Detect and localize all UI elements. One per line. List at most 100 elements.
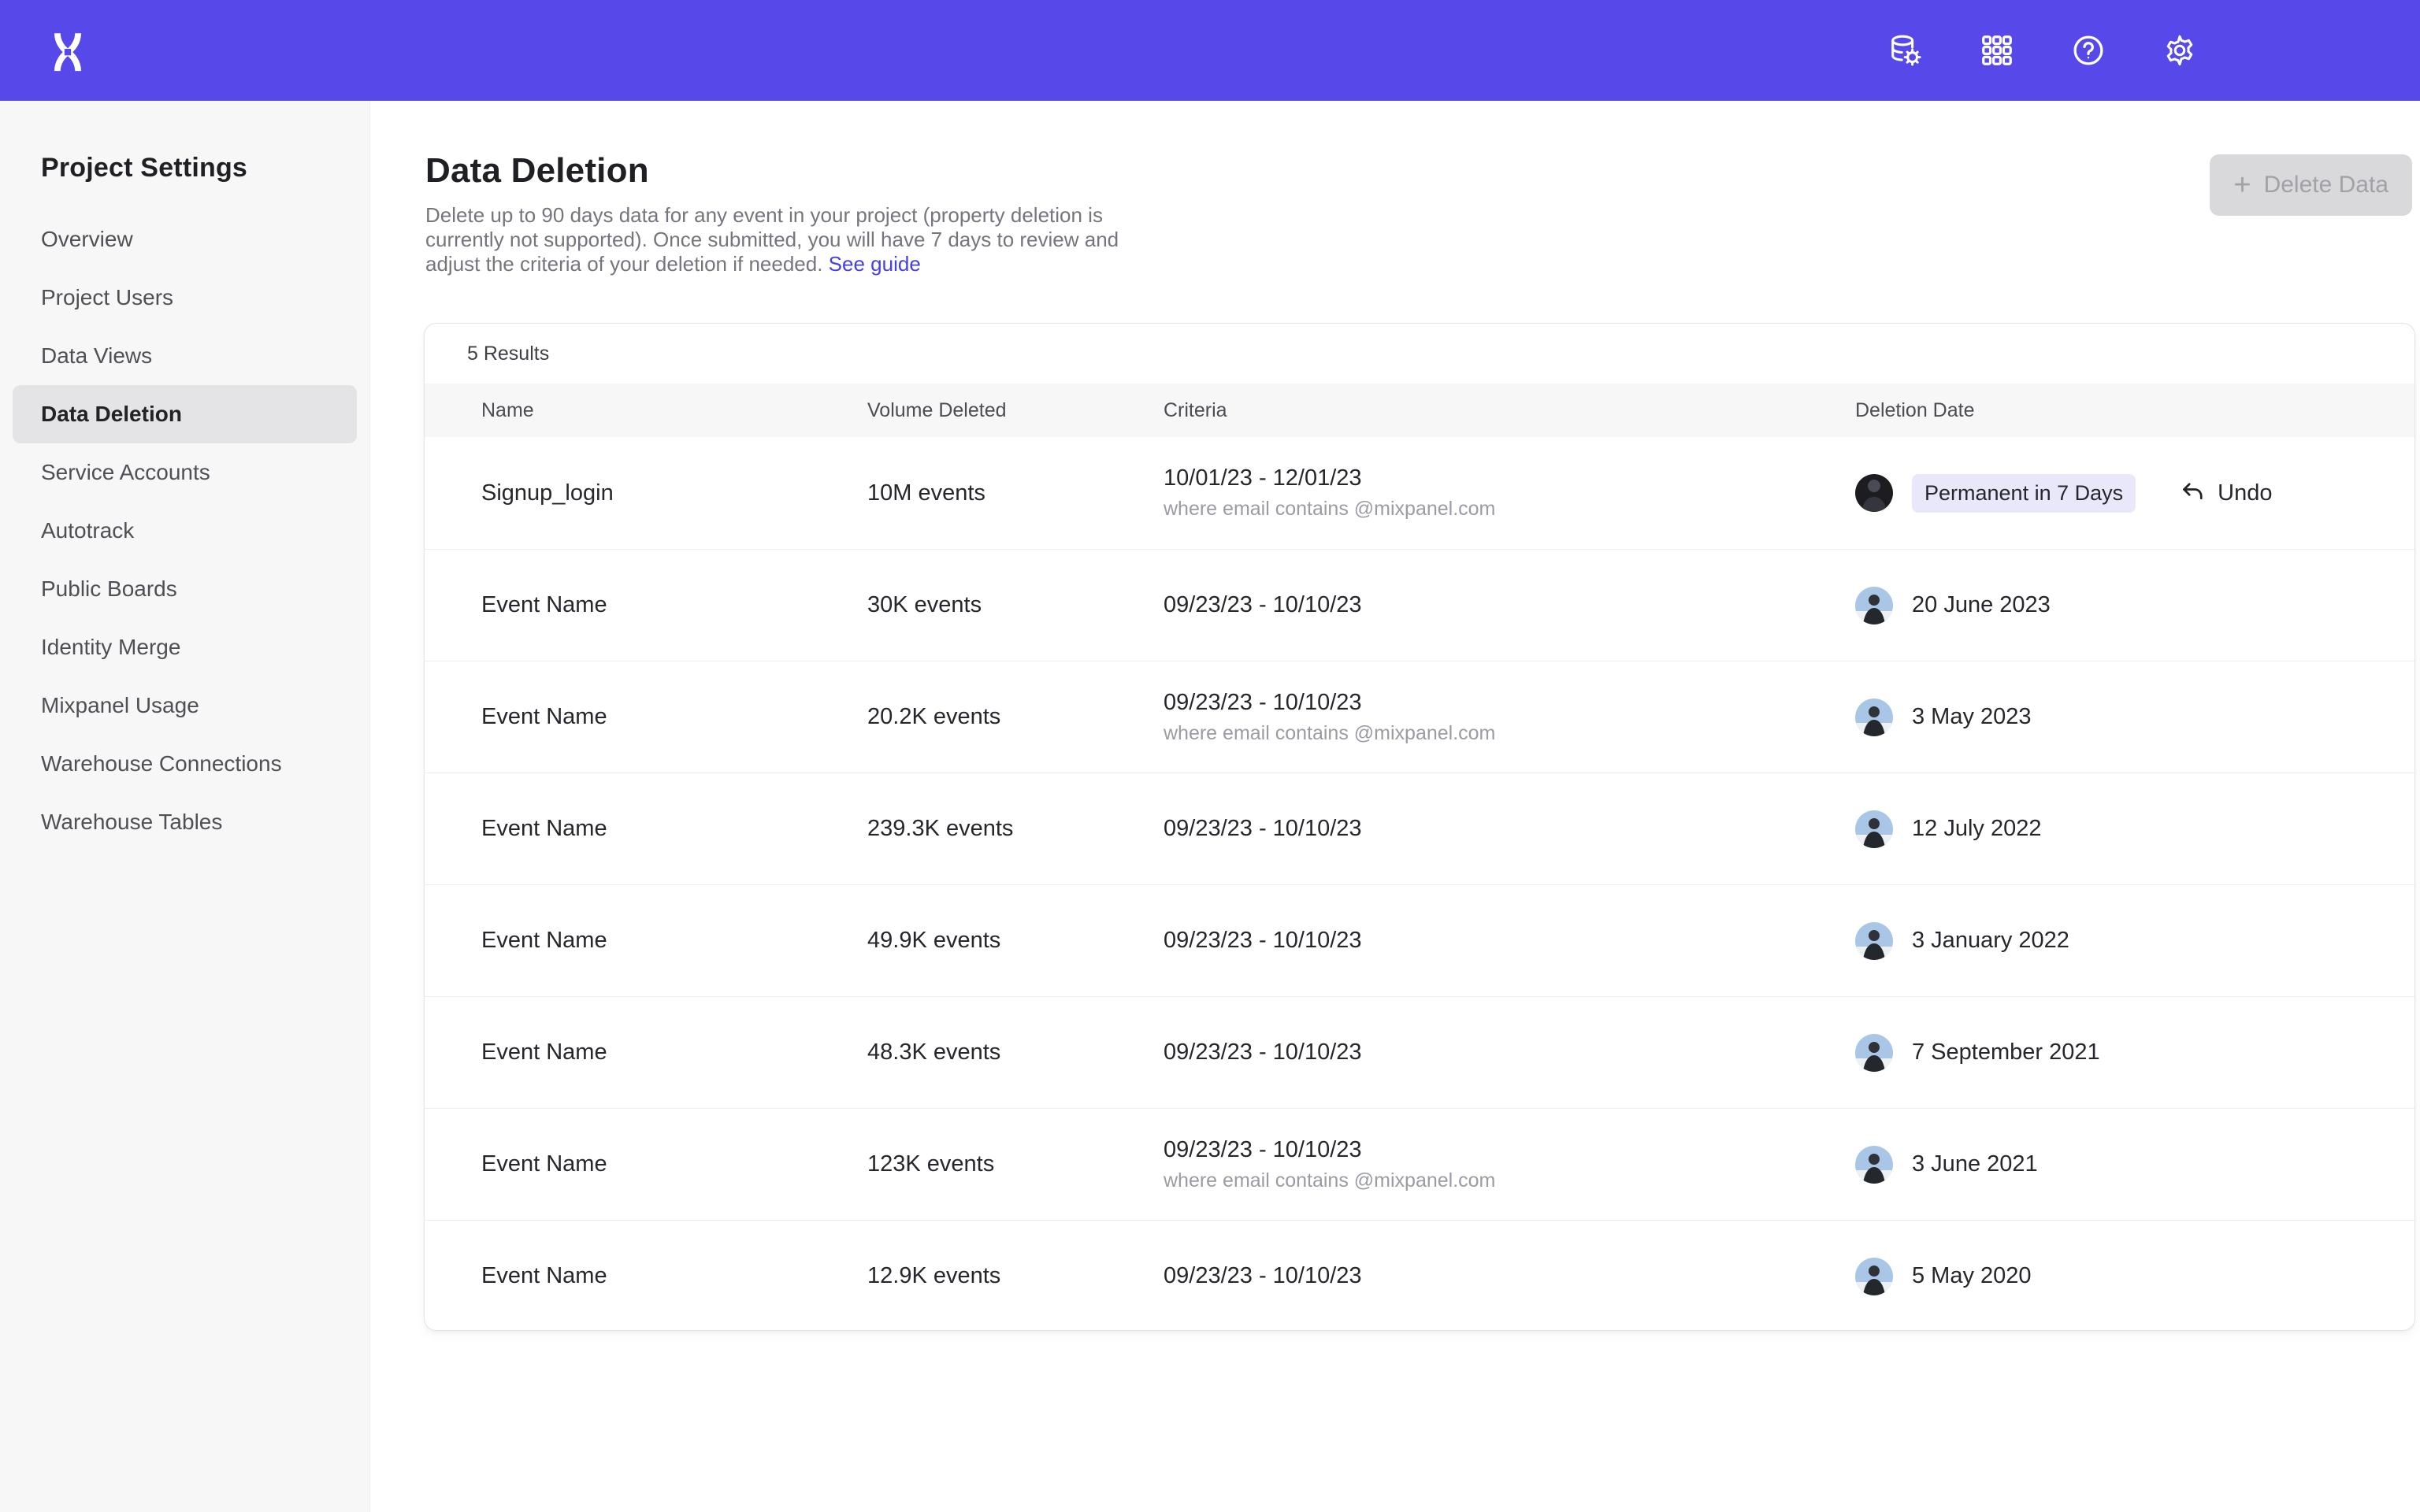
event-name: Event Name [481, 928, 867, 954]
user-avatar [1855, 587, 1893, 624]
description-line: Delete up to 90 days data for any event … [425, 203, 1150, 228]
criteria-filter: where email contains @mixpanel.com [1164, 722, 1855, 745]
table-row: Event Name 123K events 09/23/23 - 10/10/… [425, 1108, 2414, 1220]
table-row: Signup_login 10M events 10/01/23 - 12/01… [425, 437, 2414, 549]
column-header-criteria: Criteria [1164, 399, 1855, 422]
event-name: Event Name [481, 816, 867, 842]
criteria-filter: where email contains @mixpanel.com [1164, 498, 1855, 521]
deletion-date-cell: 7 September 2021 [1855, 1034, 2414, 1072]
deletion-date-cell: Permanent in 7 Days Undo [1855, 474, 2414, 513]
deletion-date: 3 January 2022 [1912, 928, 2069, 954]
sidebar-item-overview[interactable]: Overview [0, 210, 369, 269]
volume-deleted: 123K events [867, 1151, 1164, 1177]
user-avatar [1855, 1258, 1893, 1295]
volume-deleted: 12.9K events [867, 1263, 1164, 1289]
volume-deleted: 239.3K events [867, 816, 1164, 842]
sidebar-item-public-boards[interactable]: Public Boards [0, 560, 369, 618]
table-row: Event Name 12.9K events 09/23/23 - 10/10… [425, 1220, 2414, 1331]
sidebar-nav: Overview Project Users Data Views Data D… [0, 210, 369, 851]
page-header: Data Deletion Delete up to 90 days data … [425, 151, 1150, 276]
event-name: Event Name [481, 704, 867, 730]
volume-deleted: 48.3K events [867, 1040, 1164, 1065]
deletion-results-card: 5 Results Name Volume Deleted Criteria D… [424, 323, 2415, 1331]
help-icon[interactable] [2070, 32, 2106, 69]
status-badge: Permanent in 7 Days [1912, 474, 2136, 513]
topbar-actions [1887, 0, 2198, 101]
plus-icon: + [2233, 170, 2251, 200]
undo-button[interactable]: Undo [2178, 479, 2272, 507]
sidebar-item-data-views[interactable]: Data Views [0, 327, 369, 385]
user-avatar [1855, 1034, 1893, 1072]
volume-deleted: 20.2K events [867, 704, 1164, 730]
volume-deleted: 49.9K events [867, 928, 1164, 954]
criteria-cell: 10/01/23 - 12/01/23 where email contains… [1164, 465, 1855, 521]
deletion-date: 3 May 2023 [1912, 704, 2032, 730]
criteria-range: 09/23/23 - 10/10/23 [1164, 1263, 1855, 1289]
criteria-range: 09/23/23 - 10/10/23 [1164, 1040, 1855, 1065]
event-name: Event Name [481, 1151, 867, 1177]
delete-data-button[interactable]: + Delete Data [2210, 154, 2412, 216]
sidebar-item-project-users[interactable]: Project Users [0, 269, 369, 327]
sidebar-item-warehouse-tables[interactable]: Warehouse Tables [0, 793, 369, 851]
sidebar-item-service-accounts[interactable]: Service Accounts [0, 443, 369, 502]
criteria-range: 09/23/23 - 10/10/23 [1164, 928, 1855, 954]
undo-label: Undo [2218, 480, 2272, 506]
undo-icon [2178, 479, 2207, 507]
criteria-filter: where email contains @mixpanel.com [1164, 1169, 1855, 1192]
description-line: currently not supported). Once submitted… [425, 228, 1150, 252]
deletion-date-cell: 3 January 2022 [1855, 922, 2414, 960]
event-name: Event Name [481, 1263, 867, 1289]
deletion-date-cell: 3 May 2023 [1855, 699, 2414, 736]
column-header-deletion-date: Deletion Date [1855, 399, 2414, 422]
mixpanel-logo[interactable] [49, 32, 87, 69]
event-name: Signup_login [481, 480, 867, 506]
user-avatar [1855, 1146, 1893, 1184]
criteria-cell: 09/23/23 - 10/10/23 where email contains… [1164, 690, 1855, 745]
user-avatar [1855, 922, 1893, 960]
deletion-date-cell: 12 July 2022 [1855, 810, 2414, 848]
criteria-range: 09/23/23 - 10/10/23 [1164, 690, 1855, 716]
user-avatar [1855, 810, 1893, 848]
description-line: adjust the criteria of your deletion if … [425, 252, 1150, 276]
event-name: Event Name [481, 1040, 867, 1065]
topbar [0, 0, 2420, 101]
table-row: Event Name 20.2K events 09/23/23 - 10/10… [425, 661, 2414, 773]
criteria-range: 09/23/23 - 10/10/23 [1164, 816, 1855, 842]
criteria-range: 09/23/23 - 10/10/23 [1164, 1137, 1855, 1163]
sidebar: Project Settings Overview Project Users … [0, 101, 370, 1512]
page-description: Delete up to 90 days data for any event … [425, 203, 1150, 276]
database-settings-icon[interactable] [1887, 32, 1924, 69]
event-name: Event Name [481, 592, 867, 618]
sidebar-item-identity-merge[interactable]: Identity Merge [0, 618, 369, 676]
deletion-date: 5 May 2020 [1912, 1263, 2032, 1289]
sidebar-item-data-deletion[interactable]: Data Deletion [13, 385, 357, 443]
deletion-date: 12 July 2022 [1912, 816, 2041, 842]
column-header-volume-deleted: Volume Deleted [867, 399, 1164, 422]
settings-icon[interactable] [2162, 32, 2198, 69]
table-row: Event Name 48.3K events 09/23/23 - 10/10… [425, 996, 2414, 1108]
main-content: Data Deletion Delete up to 90 days data … [370, 101, 2420, 1512]
sidebar-item-mixpanel-usage[interactable]: Mixpanel Usage [0, 676, 369, 735]
user-avatar-dark [1855, 474, 1893, 512]
table-header-row: Name Volume Deleted Criteria Deletion Da… [425, 384, 2414, 437]
table-row: Event Name 30K events 09/23/23 - 10/10/2… [425, 549, 2414, 661]
table-row: Event Name 49.9K events 09/23/23 - 10/10… [425, 884, 2414, 996]
delete-data-label: Delete Data [2264, 172, 2388, 198]
volume-deleted: 10M events [867, 480, 1164, 506]
sidebar-heading: Project Settings [0, 153, 369, 183]
criteria-cell: 09/23/23 - 10/10/23 where email contains… [1164, 1137, 1855, 1192]
see-guide-link[interactable]: See guide [829, 252, 921, 276]
sidebar-item-autotrack[interactable]: Autotrack [0, 502, 369, 560]
column-header-name: Name [481, 399, 867, 422]
deletion-date-cell: 5 May 2020 [1855, 1258, 2414, 1295]
volume-deleted: 30K events [867, 592, 1164, 618]
app-root: Project Settings Overview Project Users … [0, 0, 2420, 1512]
sidebar-item-warehouse-connections[interactable]: Warehouse Connections [0, 735, 369, 793]
deletion-date-cell: 3 June 2021 [1855, 1146, 2414, 1184]
apps-grid-icon[interactable] [1979, 32, 2015, 69]
criteria-range: 09/23/23 - 10/10/23 [1164, 592, 1855, 618]
page-title: Data Deletion [425, 151, 1150, 191]
results-count: 5 Results [425, 324, 2414, 384]
deletion-date-cell: 20 June 2023 [1855, 587, 2414, 624]
deletion-date: 7 September 2021 [1912, 1040, 2100, 1065]
